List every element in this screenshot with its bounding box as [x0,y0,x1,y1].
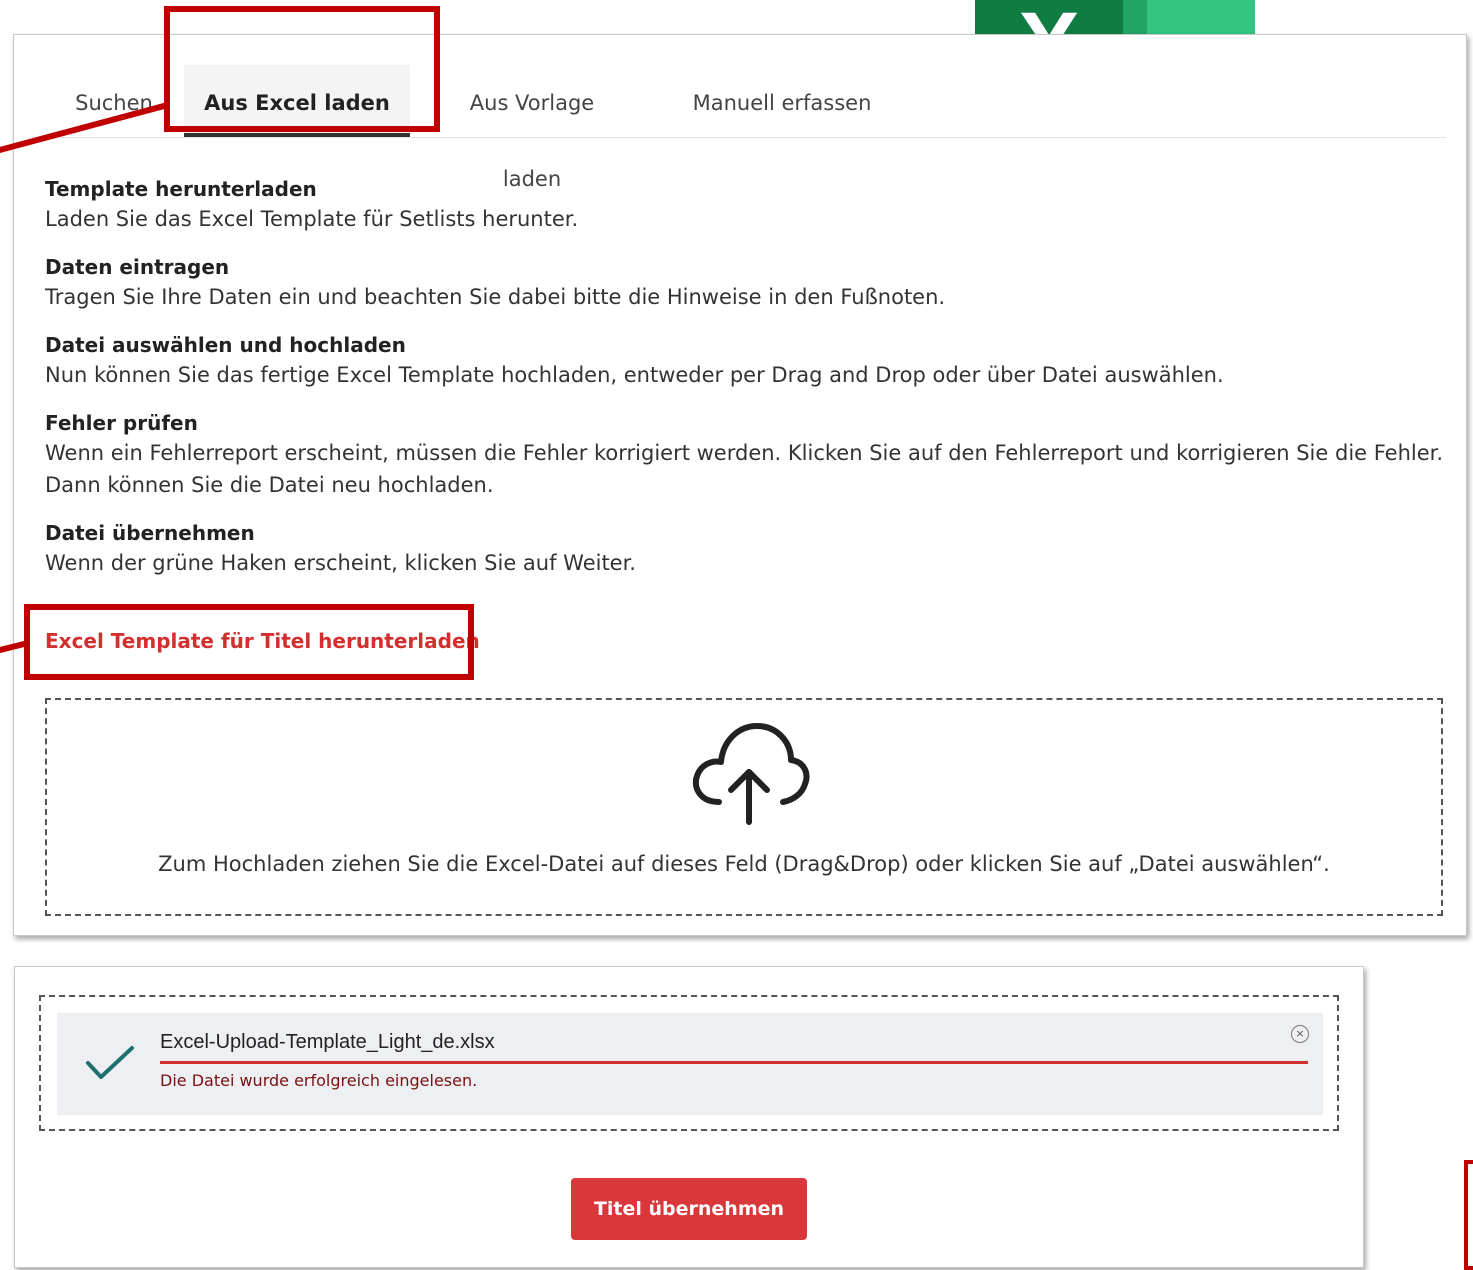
step-title: Template herunterladen [45,177,317,201]
tab-manuell-erfassen[interactable]: Manuell erfassen [684,65,880,137]
check-icon [86,1046,134,1079]
step-title: Fehler prüfen [45,411,198,435]
import-panel: Suchen Aus Excel laden Aus Vorlage laden… [13,34,1467,936]
step-text: Tragen Sie Ihre Daten ein und beachten S… [45,285,946,309]
cloud-upload-icon [692,723,810,825]
upload-status-message: Die Datei wurde erfolgreich eingelesen. [160,1071,478,1090]
upload-progress-bar [160,1061,1308,1064]
dropzone-instructions: Zum Hochladen ziehen Sie die Excel-Datei… [158,852,1330,876]
step-datei-uebernehmen: Datei übernehmen Wenn der grüne Haken er… [45,519,1445,579]
step-text-continued: Dann können Sie die Datei neu hochladen. [45,473,494,497]
step-template-herunterladen: Template herunterladen Laden Sie das Exc… [45,175,1445,235]
step-text: Laden Sie das Excel Template für Setlist… [45,207,579,231]
step-text: Nun können Sie das fertige Excel Templat… [45,363,1224,387]
instruction-steps: Template herunterladen Laden Sie das Exc… [45,175,1445,597]
step-title: Datei übernehmen [45,521,255,545]
step-text: Wenn ein Fehlerreport erscheint, müssen … [45,441,1444,465]
upload-dropzone[interactable]: Excel-Upload-Template_Light_de.xlsx Die … [39,995,1339,1131]
upload-result-panel: Excel-Upload-Template_Light_de.xlsx Die … [14,966,1364,1268]
highlight-frame-tab [164,6,440,132]
step-daten-eintragen: Daten eintragen Tragen Sie Ihre Daten ei… [45,253,1445,313]
tab-aus-vorlage-laden[interactable]: Aus Vorlage laden [438,65,626,191]
step-text: Wenn der grüne Haken erscheint, klicken … [45,551,636,575]
titel-uebernehmen-button[interactable]: Titel übernehmen [571,1178,807,1240]
file-dropzone[interactable]: Zum Hochladen ziehen Sie die Excel-Datei… [45,698,1443,916]
step-title: Daten eintragen [45,255,230,279]
close-icon[interactable]: × [1291,1025,1309,1043]
uploaded-file-name: Excel-Upload-Template_Light_de.xlsx [160,1031,495,1053]
step-fehler-pruefen: Fehler prüfen Wenn ein Fehlerreport ersc… [45,409,1445,501]
step-title: Datei auswählen und hochladen [45,333,406,357]
uploaded-file-card: Excel-Upload-Template_Light_de.xlsx Die … [57,1013,1323,1115]
highlight-frame-partial [1464,1160,1473,1270]
step-datei-hochladen: Datei auswählen und hochladen Nun können… [45,331,1445,391]
highlight-frame-link [24,604,474,680]
